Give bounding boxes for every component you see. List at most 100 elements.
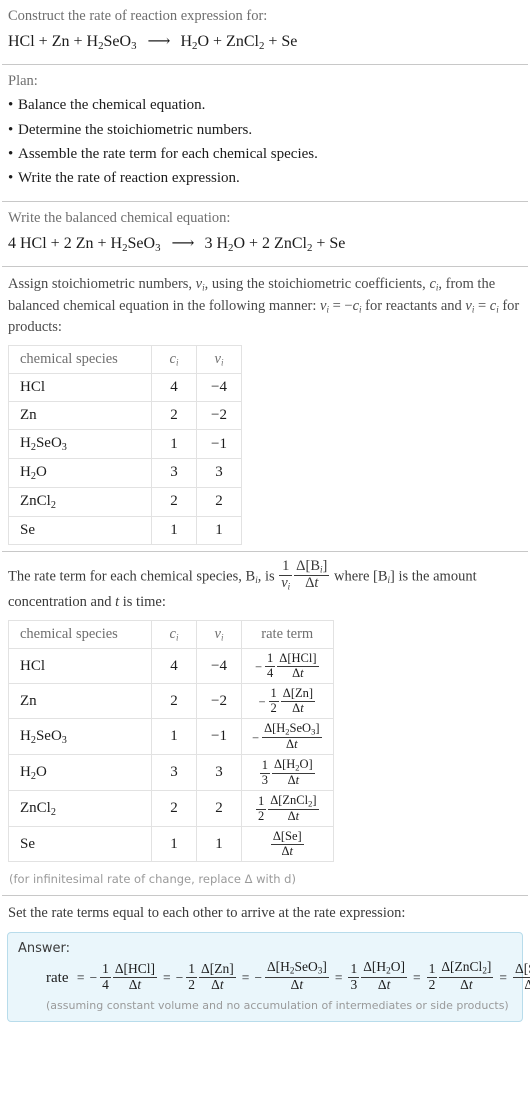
cell-species: Se bbox=[8, 826, 152, 863]
final-heading: Set the rate terms equal to each other t… bbox=[8, 905, 406, 922]
plus-sign: + bbox=[268, 33, 282, 51]
rate-term-intro: The rate term for each chemical species,… bbox=[4, 552, 526, 617]
plus-sign: + bbox=[97, 234, 111, 252]
table-header-row: chemical species ci vi bbox=[8, 345, 242, 375]
cell-species: Zn bbox=[8, 683, 152, 720]
cell-stoichiometric-number: 3 bbox=[196, 754, 242, 792]
inline-fraction-one-over-nu: 1 vi bbox=[279, 558, 293, 592]
plan-item-label: Balance the chemical equation. bbox=[18, 97, 206, 114]
sign-minus: − bbox=[258, 694, 266, 709]
cell-species: HCl bbox=[8, 648, 152, 685]
sign-minus: − bbox=[252, 730, 260, 745]
cell-species: Zn bbox=[8, 401, 152, 431]
cell-coefficient: 3 bbox=[151, 458, 197, 488]
cell-species: Se bbox=[8, 515, 152, 545]
plus-sign: + bbox=[73, 33, 87, 51]
assign-text-2: , using the stoichiometric coefficients, bbox=[204, 275, 430, 292]
rate-term-text-2: , is bbox=[257, 568, 279, 585]
plan-heading: Plan: bbox=[8, 73, 38, 90]
infinitesimal-note-label: (for infinitesimal rate of change, repla… bbox=[9, 872, 296, 887]
column-header-rate-term: rate term bbox=[241, 620, 334, 650]
cell-species: ZnCl2 bbox=[8, 486, 152, 517]
column-header-species: chemical species bbox=[8, 620, 152, 650]
table-row: Zn 2 −2 bbox=[8, 401, 242, 431]
cell-stoichiometric-number: −4 bbox=[196, 648, 242, 685]
balanced-equation: 4 HCl + 2 Zn + H2SeO3 ⟶ 3 H2O + 2 ZnCl2 … bbox=[4, 229, 526, 266]
coefficient-zn: 2 bbox=[63, 234, 72, 252]
cell-stoichiometric-number: −4 bbox=[196, 373, 242, 403]
plan-item-label: Write the rate of reaction expression. bbox=[18, 170, 240, 187]
plus-sign: + bbox=[38, 33, 52, 51]
cell-stoichiometric-number: 3 bbox=[196, 458, 242, 488]
cell-coefficient: 2 bbox=[151, 790, 197, 828]
column-header-c: ci bbox=[151, 345, 197, 375]
cell-coefficient: 4 bbox=[151, 648, 197, 685]
table-row: H2SeO3 1 −1 bbox=[8, 429, 242, 460]
plan-item-label: Assemble the rate term for each chemical… bbox=[18, 145, 318, 162]
prompt-product-se: Se bbox=[281, 33, 298, 51]
cell-rate-term: −1 4 Δ[HCl] Δt bbox=[241, 648, 334, 685]
balanced-product-zncl2: ZnCl2 bbox=[274, 234, 313, 254]
table-row: H2SeO3 1 −1− Δ[H2SeO3] Δt bbox=[8, 718, 334, 756]
cell-stoichiometric-number: −1 bbox=[196, 718, 242, 756]
symbol-subscript-i: i bbox=[326, 304, 329, 315]
list-item: • Determine the stoichiometric numbers. bbox=[8, 118, 522, 142]
prompt-reactant-hcl: HCl bbox=[8, 33, 35, 51]
cell-coefficient: 2 bbox=[151, 486, 197, 517]
prompt-reactant-h2seo3: H2SeO3 bbox=[86, 33, 137, 53]
plus-sign: + bbox=[249, 234, 263, 252]
table-header-row: chemical species ci vi rate term bbox=[8, 620, 334, 650]
table-row: H2O 3 3 bbox=[8, 458, 242, 488]
cell-stoichiometric-number: 1 bbox=[196, 826, 242, 863]
cell-rate-term: 1 2 Δ[ZnCl2] Δt bbox=[241, 790, 334, 828]
prompt-reactant-zn: Zn bbox=[51, 33, 70, 51]
sign-minus: − bbox=[89, 970, 98, 986]
cell-species: H2O bbox=[8, 458, 152, 488]
page-root: Construct the rate of reaction expressio… bbox=[0, 0, 530, 1034]
prompt-product-zncl2: ZnCl2 bbox=[226, 33, 265, 53]
table-row: Zn 2 −2−1 2 Δ[Zn] Δt bbox=[8, 683, 334, 720]
table-row: HCl 4 −4−1 4 Δ[HCl] Δt bbox=[8, 648, 334, 685]
balanced-product-h2o: H2O bbox=[216, 234, 246, 254]
equals-sign: = bbox=[76, 970, 85, 986]
rate-term-section: The rate term for each chemical species,… bbox=[0, 552, 530, 896]
final-answer-section: Set the rate terms equal to each other t… bbox=[0, 896, 530, 1023]
cell-coefficient: 1 bbox=[151, 429, 197, 460]
sign-minus: − bbox=[254, 659, 263, 674]
list-item: • Balance the chemical equation. bbox=[8, 93, 522, 117]
plus-sign: + bbox=[316, 234, 330, 252]
column-header-v: vi bbox=[196, 345, 242, 375]
balanced-reactant-hcl: HCl bbox=[20, 234, 47, 252]
bullet-icon: • bbox=[8, 97, 14, 114]
infinitesimal-note: (for infinitesimal rate of change, repla… bbox=[4, 868, 526, 895]
table1-body: HCl 4 −4 Zn 2 −2 H2SeO3 1 −1 H2O 3 3 ZnCl2 2 2 Se 1 1 bbox=[8, 373, 242, 545]
bullet-icon: • bbox=[8, 121, 14, 138]
cell-species: ZnCl2 bbox=[8, 790, 152, 828]
cell-species: H2SeO3 bbox=[8, 429, 152, 460]
list-item: • Write the rate of reaction expression. bbox=[8, 166, 522, 190]
equals-sign: = bbox=[499, 970, 508, 986]
cell-stoichiometric-number: 2 bbox=[196, 790, 242, 828]
table-row: Se 1 1 Δ[Se] Δt bbox=[8, 826, 334, 863]
answer-label: Answer: bbox=[18, 941, 71, 957]
answer-assumption-note: (assuming constant volume and no accumul… bbox=[46, 999, 509, 1013]
cell-coefficient: 1 bbox=[151, 718, 197, 756]
cell-stoichiometric-number: −2 bbox=[196, 401, 242, 431]
bullet-icon: • bbox=[8, 145, 14, 162]
bottom-spacer bbox=[0, 1028, 530, 1034]
sign-minus: − bbox=[254, 970, 262, 986]
reaction-arrow-icon: ⟶ bbox=[171, 234, 195, 252]
rate-term-text-1: The rate term for each chemical species,… bbox=[8, 568, 256, 585]
cell-stoichiometric-number: −1 bbox=[196, 429, 242, 460]
cell-rate-term: 1 3 Δ[H2O] Δt bbox=[241, 754, 334, 792]
assign-paragraph: Assign stoichiometric numbers, vi, using… bbox=[8, 275, 520, 336]
rate-term-text-3: where [B bbox=[330, 568, 388, 585]
table-row: Se 1 1 bbox=[8, 515, 242, 545]
prompt-product-h2o: H2O bbox=[180, 33, 210, 53]
equals-sign: = bbox=[413, 970, 421, 986]
cell-species: H2O bbox=[8, 754, 152, 792]
bullet-icon: • bbox=[8, 170, 14, 187]
column-header-c: ci bbox=[151, 620, 197, 650]
cell-coefficient: 1 bbox=[151, 515, 197, 545]
cell-species: H2SeO3 bbox=[8, 718, 152, 756]
